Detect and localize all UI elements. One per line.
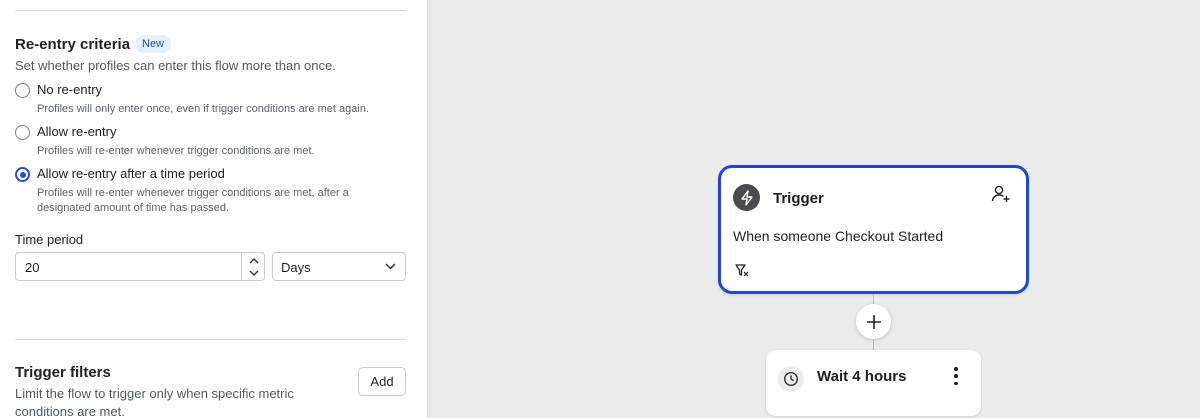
trigger-filters-description: Limit the flow to trigger only when spec… [15, 386, 294, 418]
chevron-down-icon [249, 270, 258, 276]
radio-allow-reentry[interactable] [15, 125, 30, 140]
option-label: Allow re-entry after a time period [37, 166, 225, 181]
trigger-card[interactable]: Trigger When someone Checkout Started [718, 165, 1029, 294]
option-description: Profiles will re-enter whenever trigger … [37, 187, 349, 214]
option-label: Allow re-entry [37, 124, 117, 139]
time-period-value[interactable]: 20 [25, 260, 39, 275]
radio-allow-reentry-time-period[interactable] [15, 167, 30, 182]
kebab-menu-icon[interactable] [953, 367, 959, 385]
time-period-stepper[interactable]: 20 [15, 252, 265, 281]
add-step-button[interactable] [856, 304, 891, 339]
flow-settings-panel: Re-entry criteria New Set whether profil… [0, 0, 428, 418]
chevron-down-icon [385, 263, 396, 270]
clock-icon [778, 366, 804, 392]
option-label: No re-entry [37, 82, 103, 97]
radio-no-reentry[interactable] [15, 83, 30, 98]
option-description: Profiles will re-enter whenever trigger … [37, 145, 315, 157]
trigger-description: When someone Checkout Started [733, 228, 944, 244]
add-trigger-filter-button[interactable]: Add [358, 367, 406, 396]
wait-step-title: Wait 4 hours [817, 368, 907, 385]
user-add-icon[interactable] [991, 185, 1011, 208]
plus-icon [866, 314, 881, 329]
new-badge: New [135, 35, 172, 53]
section-divider [15, 10, 406, 11]
time-unit-select[interactable]: Days [272, 252, 406, 281]
section-divider [15, 339, 406, 340]
stepper-divider [241, 253, 242, 280]
trigger-filters-title: Trigger filters [15, 364, 111, 381]
decrement-button[interactable] [245, 267, 262, 280]
reentry-description: Set whether profiles can enter this flow… [15, 58, 336, 73]
time-period-label: Time period [15, 232, 84, 247]
option-description: Profiles will only enter once, even if t… [37, 103, 370, 115]
chevron-up-icon [249, 258, 258, 264]
filter-icon [735, 264, 749, 282]
connector-line [873, 339, 874, 350]
increment-button[interactable] [245, 254, 262, 267]
wait-step-card[interactable]: Wait 4 hours [766, 350, 981, 416]
time-unit-value: Days [281, 260, 311, 275]
lightning-icon [733, 184, 760, 211]
trigger-title: Trigger [773, 190, 824, 207]
reentry-title: Re-entry criteria [15, 36, 131, 53]
connector-line [873, 294, 874, 304]
